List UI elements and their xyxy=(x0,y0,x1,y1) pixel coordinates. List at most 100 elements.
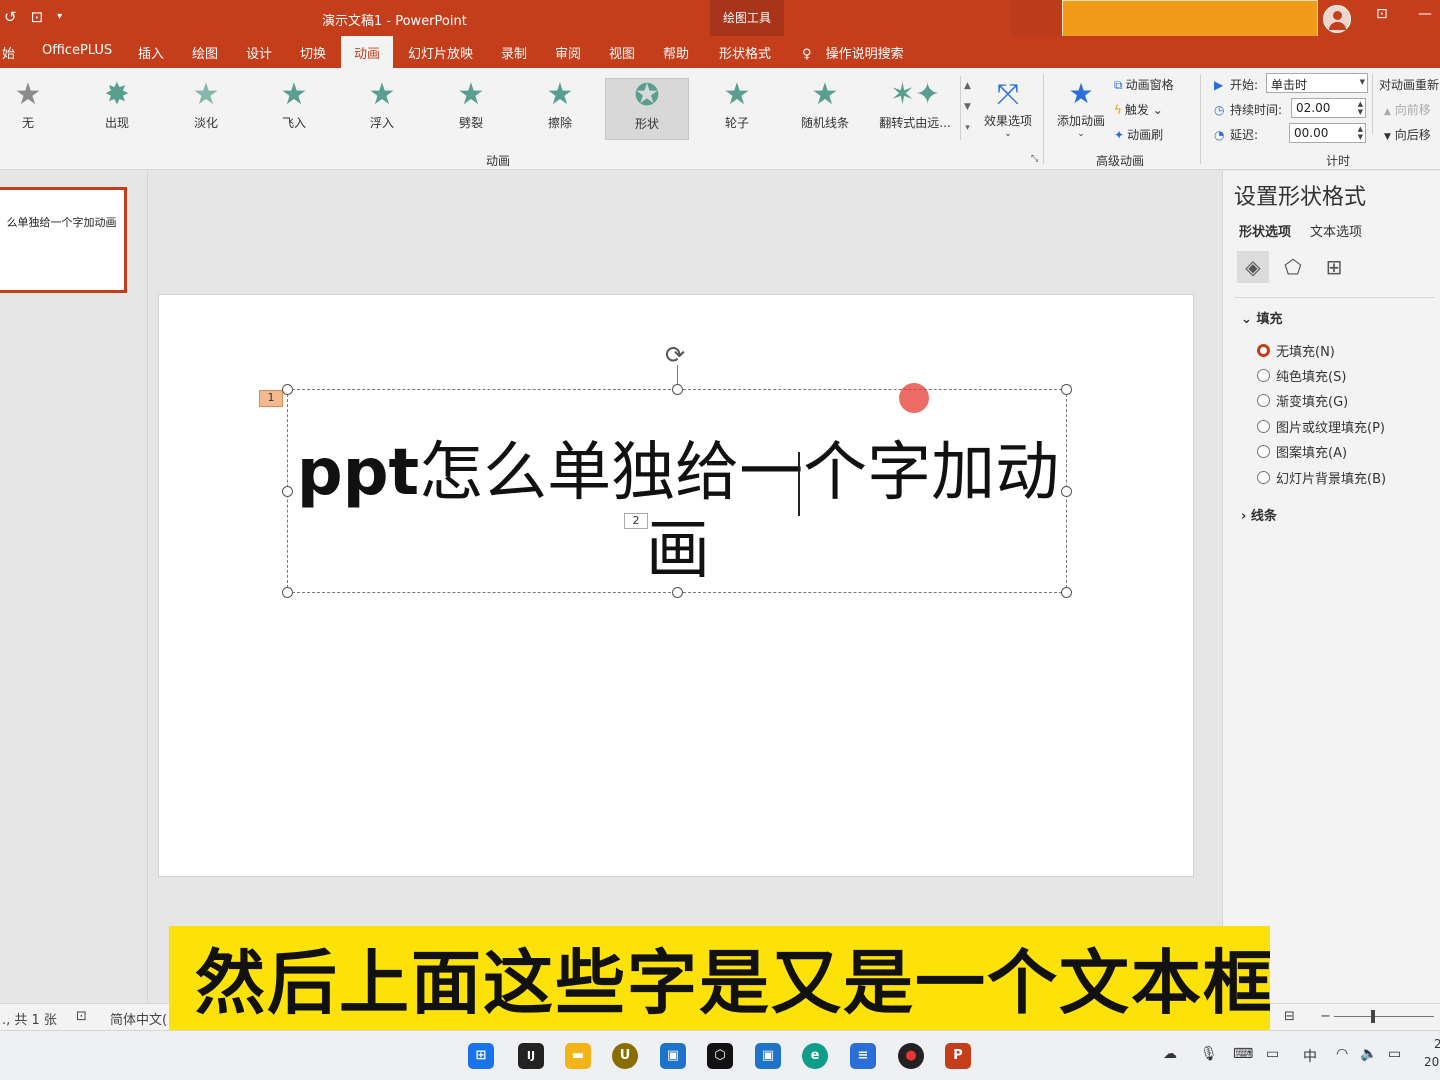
intellij-icon[interactable]: IJ xyxy=(518,1043,544,1069)
delay-input[interactable]: 00.00 ▲ ▼ xyxy=(1289,123,1366,143)
size-properties-icon[interactable]: ⊞ xyxy=(1318,251,1350,283)
animation-wipe[interactable]: ★ 擦除 xyxy=(518,78,602,140)
effect-options-button[interactable]: ⤧ 效果选项 ⌄ xyxy=(978,76,1038,139)
animation-tag-2[interactable]: 2 xyxy=(624,513,648,529)
language-indicator[interactable]: 简体中文( xyxy=(110,1009,167,1028)
account-avatar-icon[interactable] xyxy=(1323,5,1351,33)
zoom-slider-thumb[interactable] xyxy=(1371,1010,1375,1023)
slide-canvas[interactable]: 1 ⟳ ppt怎么单独给一个字加动画 2 xyxy=(158,294,1194,877)
resize-handle-tl[interactable] xyxy=(282,384,293,395)
tab-shape-options[interactable]: 形状选项 xyxy=(1239,221,1291,240)
animation-fade[interactable]: ★ 淡化 xyxy=(164,78,248,140)
wifi-icon[interactable]: ◠ xyxy=(1336,1046,1348,1062)
resize-handle-br[interactable] xyxy=(1061,587,1072,598)
animation-none[interactable]: ★ 无 xyxy=(0,78,70,140)
tab-officeplus[interactable]: OfficePLUS xyxy=(42,43,112,58)
fill-option-pattern[interactable]: 图案填充(A) xyxy=(1257,442,1347,461)
resize-handle-r[interactable] xyxy=(1061,486,1072,497)
clock-line2[interactable]: 20 xyxy=(1424,1055,1439,1069)
zoom-slider[interactable] xyxy=(1334,1016,1434,1017)
animation-grow-turn[interactable]: ✶✦ 翻转式由远... xyxy=(871,78,959,140)
tab-shape-format[interactable]: 形状格式 xyxy=(719,43,771,62)
fill-option-solid[interactable]: 纯色填充(S) xyxy=(1257,366,1346,385)
keyboard-icon[interactable]: ⌨ xyxy=(1233,1046,1253,1062)
present-icon[interactable]: ⊡ xyxy=(31,8,44,26)
onedrive-cloud-icon[interactable]: ☁ xyxy=(1163,1046,1177,1062)
chevron-down-icon[interactable]: ▼ xyxy=(1360,78,1365,86)
spinner-icon[interactable]: ▲ ▼ xyxy=(1358,100,1363,116)
animation-appear[interactable]: ✸ 出现 xyxy=(75,78,159,140)
fill-option-background[interactable]: 幻灯片背景填充(B) xyxy=(1257,468,1386,487)
start-select[interactable]: 单击时 ▼ xyxy=(1266,73,1368,93)
scroll-down-icon[interactable]: ▼ xyxy=(961,97,974,118)
display-icon[interactable]: ▭ xyxy=(1266,1046,1279,1062)
tab-home[interactable]: 始 xyxy=(2,43,15,62)
microphone-icon[interactable]: 🎙 xyxy=(1200,1046,1218,1062)
battery-icon[interactable]: ▭ xyxy=(1388,1046,1401,1062)
spinner-icon[interactable]: ▲ ▼ xyxy=(1358,125,1363,141)
effects-pentagon-icon[interactable]: ⬠ xyxy=(1277,251,1309,283)
fill-option-picture[interactable]: 图片或纹理填充(P) xyxy=(1257,417,1385,436)
tab-view[interactable]: 视图 xyxy=(609,43,635,62)
animation-fly-in[interactable]: ★ 飞入 xyxy=(252,78,336,140)
animation-random-bars[interactable]: ★ 随机线条 xyxy=(783,78,867,140)
customize-qat-icon[interactable]: ▾ xyxy=(57,8,62,26)
title-textbox[interactable]: ppt怎么单独给一个字加动画 xyxy=(282,384,1072,598)
fill-option-none[interactable]: 无填充(N) xyxy=(1257,341,1335,360)
tab-review[interactable]: 审阅 xyxy=(555,43,581,62)
gallery-more-icon[interactable]: ▾ xyxy=(961,118,974,139)
fill-section-header[interactable]: ⌄ 填充 xyxy=(1241,308,1282,327)
animation-painter-button[interactable]: ✦ 动画刷 xyxy=(1114,126,1163,143)
fill-line-icon[interactable]: ◈ xyxy=(1237,251,1269,283)
zoom-out-icon[interactable]: − xyxy=(1320,1009,1331,1024)
tab-text-options[interactable]: 文本选项 xyxy=(1310,221,1362,240)
tab-design[interactable]: 设计 xyxy=(246,43,272,62)
tab-help[interactable]: 帮助 xyxy=(663,43,689,62)
animation-wheel[interactable]: ★ 轮子 xyxy=(695,78,779,140)
powerpoint-icon[interactable]: P xyxy=(945,1043,971,1069)
fill-option-gradient[interactable]: 渐变填充(G) xyxy=(1257,391,1348,410)
file-explorer-icon[interactable]: ▬ xyxy=(565,1043,591,1069)
tab-draw[interactable]: 绘图 xyxy=(192,43,218,62)
tab-transitions[interactable]: 切换 xyxy=(300,43,326,62)
resize-handle-l[interactable] xyxy=(282,486,293,497)
tab-slideshow[interactable]: 幻灯片放映 xyxy=(408,43,473,62)
move-earlier-button[interactable]: ▲ 向前移 xyxy=(1384,101,1431,118)
resize-handle-b[interactable] xyxy=(672,587,683,598)
duration-input[interactable]: 02.00 ▲ ▼ xyxy=(1291,98,1366,118)
rotate-handle-icon[interactable]: ⟳ xyxy=(665,341,685,369)
animation-pane-button[interactable]: ⧉ 动画窗格 xyxy=(1114,76,1174,93)
volume-icon[interactable]: 🔈 xyxy=(1360,1046,1377,1062)
ime-indicator[interactable]: 中 xyxy=(1303,1046,1317,1066)
undo-icon[interactable]: ↺ xyxy=(4,8,17,26)
ribbon-display-icon[interactable]: ⊡ xyxy=(1376,6,1388,22)
move-later-button[interactable]: ▼ 向后移 xyxy=(1384,126,1431,143)
resize-handle-bl[interactable] xyxy=(282,587,293,598)
resize-handle-tr[interactable] xyxy=(1061,384,1072,395)
animation-shape[interactable]: ✪ 形状 xyxy=(605,78,689,140)
animation-split[interactable]: ★ 劈裂 xyxy=(429,78,513,140)
ultraedit-icon[interactable]: U xyxy=(612,1043,638,1069)
minimize-icon[interactable]: — xyxy=(1418,6,1432,22)
record-icon[interactable]: ● xyxy=(898,1043,924,1069)
tab-insert[interactable]: 插入 xyxy=(138,43,164,62)
tab-animations[interactable]: 动画 xyxy=(341,36,394,69)
gallery-scroll[interactable]: ▲ ▼ ▾ xyxy=(960,76,974,140)
slide-thumbnail[interactable]: 么单独给一个字加动画 xyxy=(0,187,127,293)
dialog-launcher-icon[interactable]: ⤡ xyxy=(1031,154,1038,164)
line-section-header[interactable]: › 线条 xyxy=(1241,505,1277,524)
trigger-button[interactable]: ϟ 触发 ⌄ xyxy=(1114,101,1163,118)
app-icon[interactable]: ▣ xyxy=(755,1043,781,1069)
tell-me-search[interactable]: ♀ 操作说明搜索 xyxy=(802,43,904,62)
app-icon[interactable]: ▣ xyxy=(660,1043,686,1069)
animation-float-in[interactable]: ★ 浮入 xyxy=(340,78,424,140)
textbox-text[interactable]: ppt怎么单独给一个字加动画 xyxy=(288,434,1068,590)
windows-start-icon[interactable]: ⊞ xyxy=(468,1043,494,1069)
add-animation-button[interactable]: ★ 添加动画 ⌄ xyxy=(1052,76,1110,139)
edge-browser-icon[interactable]: e xyxy=(802,1043,828,1069)
scroll-up-icon[interactable]: ▲ xyxy=(961,76,974,97)
clock-line1[interactable]: 2 xyxy=(1434,1037,1440,1051)
resize-handle-t[interactable] xyxy=(672,384,683,395)
animation-tag-1[interactable]: 1 xyxy=(259,390,283,407)
accessibility-icon[interactable]: ⊡ xyxy=(76,1009,87,1024)
